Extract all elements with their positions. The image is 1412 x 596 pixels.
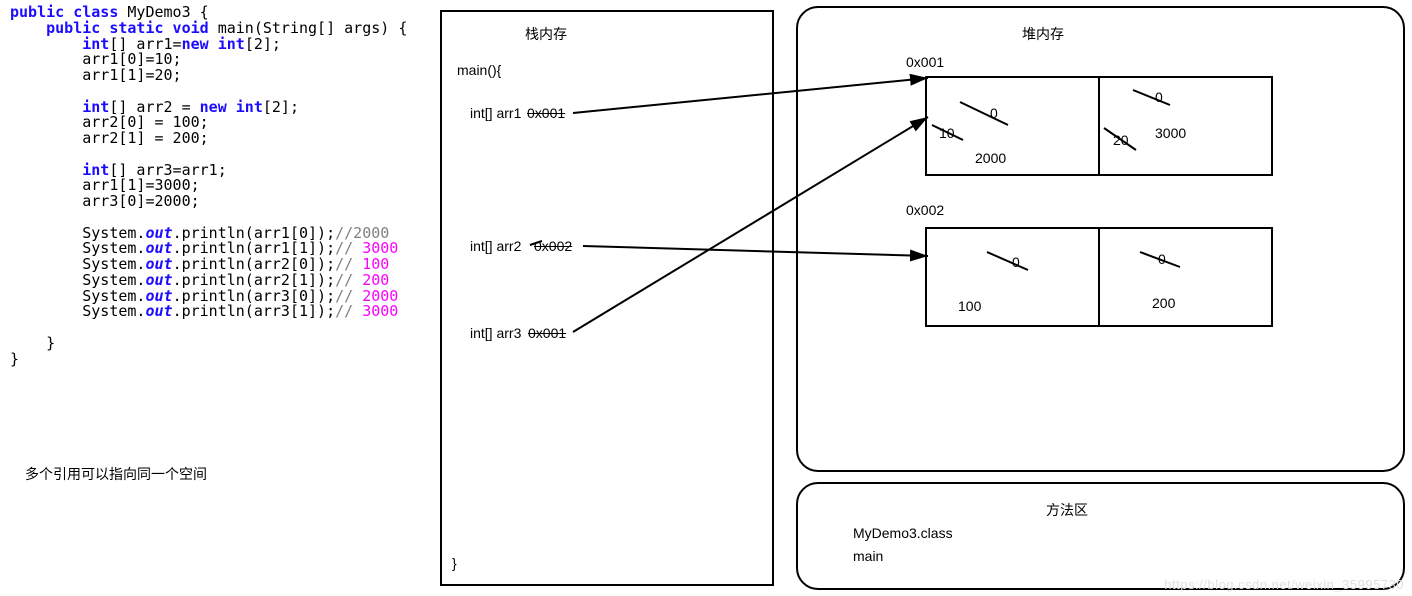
- heap-arr2-cell1: [1098, 227, 1273, 327]
- stack-arr3-addr: 0x001: [528, 325, 566, 341]
- num: 3000: [362, 302, 398, 320]
- method-area-l1: MyDemo3.class: [853, 525, 953, 541]
- stack-memory-box: [440, 10, 774, 586]
- heap-addr2: 0x002: [906, 202, 944, 218]
- out: out: [145, 302, 172, 320]
- stack-arr1-addr: 0x001: [527, 105, 565, 121]
- stack-arr2-addr: 0x002: [534, 238, 572, 254]
- diagram-page: public class MyDemo3 { public static voi…: [0, 0, 1412, 596]
- t: .println(arr3[1]);: [173, 302, 336, 320]
- method-area-title: 方法区: [1046, 500, 1088, 520]
- cmt: //: [335, 302, 362, 320]
- heap-arr1-c1-val: 3000: [1155, 125, 1186, 141]
- heap-arr2-c0-val: 100: [958, 298, 981, 314]
- heap-arr2-cell0: [925, 227, 1100, 327]
- t: [2];: [263, 98, 299, 116]
- heap-arr1-cell0: [925, 76, 1100, 176]
- stack-title: 栈内存: [525, 24, 567, 44]
- stack-arr1-label: int[] arr1: [470, 105, 521, 121]
- heap-arr2-c1-val: 200: [1152, 295, 1175, 311]
- t: arr3[0]=2000;: [10, 192, 200, 210]
- t: }: [10, 350, 19, 368]
- watermark: https://blog.csdn.net/weixin_35995730: [1164, 577, 1404, 592]
- t: arr2[1] = 200;: [10, 129, 209, 147]
- t: System.: [10, 302, 145, 320]
- kw: new int: [182, 35, 245, 53]
- code-block: public class MyDemo3 { public static voi…: [10, 5, 407, 367]
- stack-arr2-label: int[] arr2: [470, 238, 521, 254]
- stack-arr3-label: int[] arr3: [470, 325, 521, 341]
- heap-addr1: 0x001: [906, 54, 944, 70]
- heap-title: 堆内存: [1022, 24, 1064, 44]
- kw: new int: [200, 98, 263, 116]
- t: [2];: [245, 35, 281, 53]
- heap-arr1-c0-val: 2000: [975, 150, 1006, 166]
- stack-close: }: [452, 555, 457, 571]
- stack-main-open: main(){: [457, 62, 501, 78]
- t: arr1[1]=20;: [10, 66, 182, 84]
- method-area-l2: main: [853, 548, 883, 564]
- note-text: 多个引用可以指向同一个空间: [25, 464, 207, 484]
